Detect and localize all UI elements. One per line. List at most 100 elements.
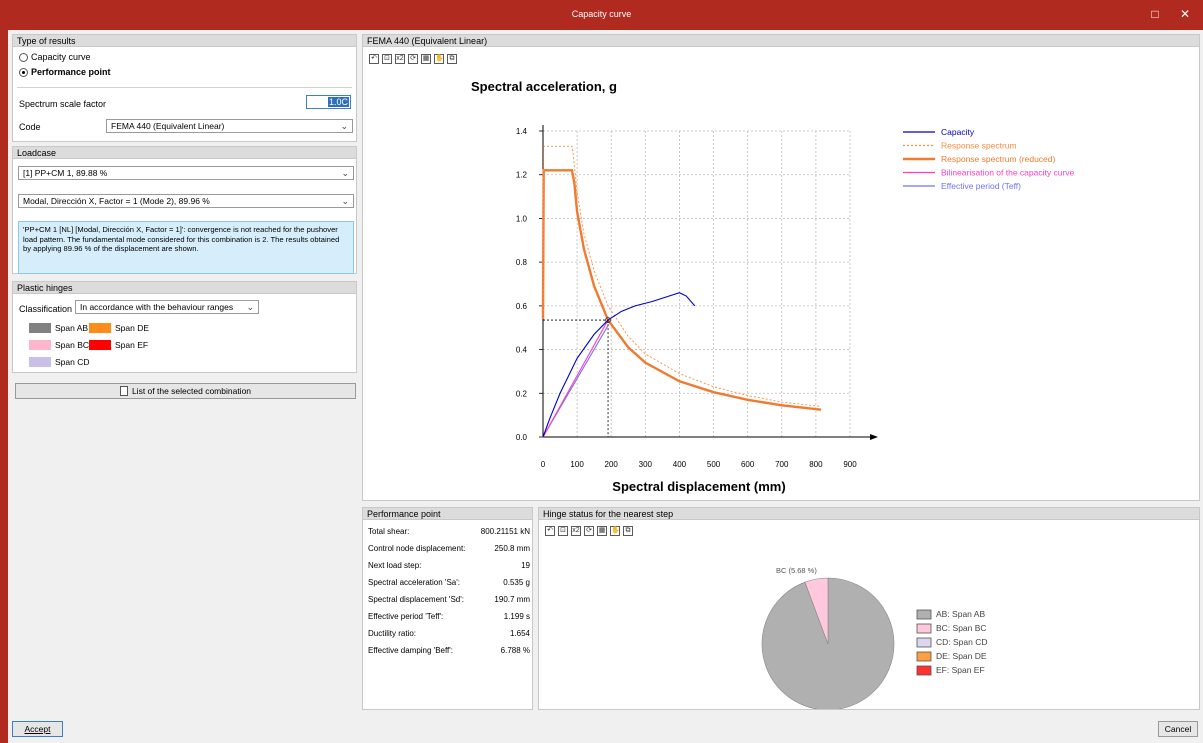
performance-key: Ductility ratio:: [368, 629, 417, 638]
performance-key: Effective damping 'Beff':: [368, 646, 454, 655]
cancel-button[interactable]: Cancel: [1158, 721, 1198, 737]
pie-legend-label-0: AB: Span AB: [936, 609, 985, 619]
pie-label-bc: BC (5.68 %): [776, 566, 817, 575]
x-tick-label: 600: [741, 460, 755, 469]
span-bc-swatch: [29, 340, 51, 350]
performance-row: Spectral displacement 'Sd': 190.7 mm: [368, 592, 530, 608]
performance-value: 19: [521, 561, 530, 570]
classification-select[interactable]: In accordance with the behaviour ranges ⌄: [75, 300, 259, 314]
x-axis-arrow: [870, 434, 878, 440]
pie-legend-swatch-0: [916, 609, 932, 620]
y-axis-title: Spectral acceleration, g: [471, 79, 617, 94]
loadcase-header: Loadcase: [13, 147, 356, 159]
mode-select[interactable]: Modal, Dirección X, Factor = 1 (Mode 2),…: [18, 194, 354, 208]
window-frame: [0, 30, 8, 743]
x-axis-title: Spectral displacement (mm): [612, 479, 785, 494]
y-tick-label: 0.4: [516, 346, 528, 355]
span-cd-swatch: [29, 357, 51, 367]
performance-value: 800.21151 kN: [480, 527, 530, 536]
loadcase-select[interactable]: [1] PP+CM 1, 89.88 % ⌄: [18, 166, 354, 180]
span-bc-label: Span BC: [55, 340, 90, 350]
radio-capacity-curve[interactable]: Capacity curve: [19, 52, 91, 62]
x-tick-label: 200: [605, 460, 619, 469]
x-tick-label: 900: [843, 460, 857, 469]
chevron-down-icon: ⌄: [340, 121, 348, 131]
y-tick-label: 1.0: [516, 214, 528, 223]
accept-button[interactable]: Accept: [12, 721, 63, 737]
legend-label-4: Effective period (Teff): [941, 181, 1021, 191]
pie-legend-label-1: BC: Span BC: [936, 623, 987, 633]
performance-panel: Performance point Total shear: 800.21151 …: [362, 507, 533, 710]
hinge-status-panel: Hinge status for the nearest step ↶ ⊡ x2 ⟳ ▦…: [538, 507, 1200, 710]
y-tick-label: 0.0: [516, 433, 528, 442]
span-ab-swatch: [29, 323, 51, 333]
legend-label-0: Capacity: [941, 127, 975, 137]
maximize-icon[interactable]: □: [1147, 7, 1163, 21]
span-ab-label: Span AB: [55, 323, 89, 333]
y-tick-label: 0.6: [516, 302, 528, 311]
title-bar: Capacity curve □ ✕: [0, 0, 1203, 30]
performance-row: Effective damping 'Beff': 6.788 %: [368, 643, 530, 659]
pie-legend-swatch-2: [916, 637, 932, 648]
performance-value: 0.535 g: [503, 578, 530, 587]
pie-legend-swatch-4: [916, 665, 932, 676]
chevron-down-icon: ⌄: [341, 168, 349, 178]
series-1-line: [542, 145, 822, 407]
span-ef-label: Span EF: [115, 340, 149, 350]
pie-legend-swatch-1: [916, 623, 932, 634]
legend-label-2: Response spectrum (reduced): [941, 154, 1056, 164]
convergence-note: 'PP+CM 1 [NL] [Modal, Dirección X, Facto…: [18, 221, 354, 274]
series-0-line: [542, 292, 696, 438]
hinge-status-header: Hinge status for the nearest step: [539, 508, 1199, 520]
radio-dot: [19, 67, 28, 77]
loadcase-panel: Loadcase [1] PP+CM 1, 89.88 % ⌄ Modal, Di…: [12, 146, 357, 274]
list-combination-button[interactable]: List of the selected combination: [15, 383, 356, 399]
scale-factor-input[interactable]: 1.0C: [306, 95, 351, 109]
pie-legend-label-2: CD: Span CD: [936, 637, 988, 647]
performance-key: Effective period 'Teff':: [368, 612, 444, 621]
span-ef-swatch: [89, 340, 111, 350]
chart-header: FEMA 440 (Equivalent Linear): [363, 35, 1199, 47]
hinges-header: Plastic hinges: [13, 282, 356, 294]
performance-row: Ductility ratio: 1.654: [368, 626, 530, 642]
x-tick-label: 100: [570, 460, 584, 469]
pie-legend-label-4: EF: Span EF: [936, 665, 985, 675]
scale-factor-label: Spectrum scale factor: [19, 99, 107, 109]
radio-performance-point[interactable]: Performance point: [19, 67, 111, 77]
legend-label-3: Bilinearisation of the capacity curve: [941, 168, 1075, 178]
chart-panel: FEMA 440 (Equivalent Linear) ↶ ⊡ x2 ⟳ ▦ ✋ ⧉ Sp…: [362, 34, 1200, 501]
performance-key: Spectral displacement 'Sd':: [368, 595, 464, 604]
radio-dot: [19, 52, 28, 62]
performance-row: Spectral acceleration 'Sa': 0.535 g: [368, 575, 530, 591]
separator: [17, 87, 352, 88]
series-2-line: [541, 169, 822, 411]
radio-label: Capacity curve: [31, 52, 91, 62]
performance-row: Next load step: 19: [368, 558, 530, 574]
performance-key: Total shear:: [368, 527, 410, 536]
x-tick-label: 500: [707, 460, 721, 469]
close-icon[interactable]: ✕: [1177, 7, 1193, 21]
span-de-swatch: [89, 323, 111, 333]
performance-header: Performance point: [363, 508, 532, 520]
code-select[interactable]: FEMA 440 (Equivalent Linear) ⌄: [106, 119, 353, 133]
window-title: Capacity curve: [571, 9, 632, 19]
performance-row: Effective period 'Teff': 1.199 s: [368, 609, 530, 625]
hinges-panel: Plastic hinges Classification In accorda…: [12, 281, 357, 373]
pie-legend-swatch-3: [916, 651, 932, 662]
performance-row: Control node displacement: 250.8 mm: [368, 541, 530, 557]
y-tick-label: 0.2: [516, 389, 528, 398]
y-tick-label: 0.8: [516, 258, 528, 267]
y-tick-label: 1.2: [516, 171, 528, 180]
span-de-label: Span DE: [115, 323, 150, 333]
pie-legend-label-3: DE: Span DE: [936, 651, 987, 661]
performance-key: Control node displacement:: [368, 544, 466, 553]
code-label: Code: [19, 122, 41, 132]
legend-label-1: Response spectrum: [941, 141, 1017, 151]
span-cd-label: Span CD: [55, 357, 90, 367]
document-icon: [119, 386, 128, 396]
performance-value: 6.788 %: [500, 646, 530, 655]
performance-row: Total shear: 800.21151 kN: [368, 524, 530, 540]
performance-key: Spectral acceleration 'Sa':: [368, 578, 460, 587]
performance-value: 1.654: [509, 629, 530, 638]
x-tick-label: 0: [541, 460, 546, 469]
